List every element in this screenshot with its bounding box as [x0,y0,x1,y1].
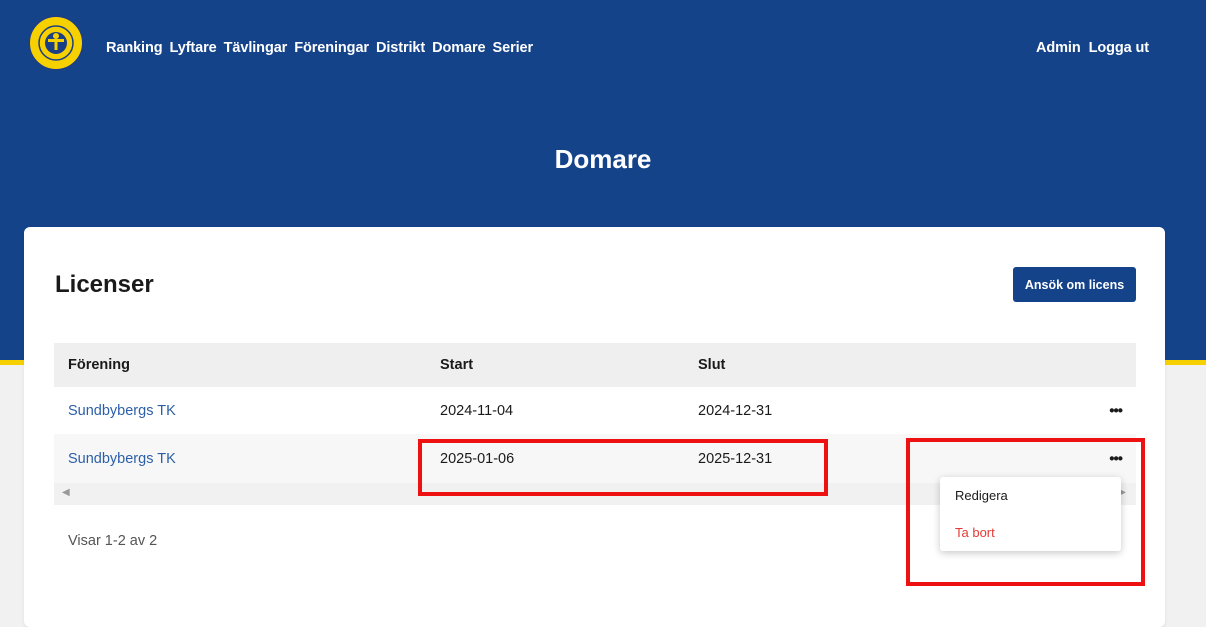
table-header: Förening Start Slut [54,343,1136,387]
apply-license-button[interactable]: Ansök om licens [1013,267,1136,302]
scroll-left-icon[interactable]: ◀ [62,487,70,498]
nav-admin[interactable]: Admin [1036,40,1081,56]
start-date: 2024-11-04 [440,402,514,419]
nav-serier[interactable]: Serier [493,40,534,56]
end-date: 2024-12-31 [698,402,773,419]
club-link[interactable]: Sundbybergs TK [68,451,176,467]
table-row: Sundbybergs TK 2025-01-06 2025-12-31 ••• [54,434,1136,483]
menu-item-delete[interactable]: Ta bort [955,525,995,540]
nav-foreningar[interactable]: Föreningar [294,40,369,56]
nav-distrikt[interactable]: Distrikt [376,40,425,56]
logout-link[interactable]: Logga ut [1089,40,1150,56]
column-header-club: Förening [68,357,131,373]
more-actions-icon[interactable]: ••• [1109,450,1123,467]
licenses-card: Licenser Ansök om licens Förening Start … [24,227,1165,627]
table-row: Sundbybergs TK 2024-11-04 2024-12-31 ••• [54,387,1136,434]
user-nav: Admin Logga ut [1036,40,1149,56]
main-nav: Ranking Lyftare Tävlingar Föreningar Dis… [106,40,533,56]
nav-domare[interactable]: Domare [432,40,486,56]
nav-lyftare[interactable]: Lyftare [170,40,217,56]
more-actions-icon[interactable]: ••• [1109,402,1123,419]
licenses-title: Licenser [55,271,154,298]
end-date: 2025-12-31 [698,450,773,467]
column-header-start: Start [440,357,474,373]
column-header-end: Slut [698,357,726,373]
nav-ranking[interactable]: Ranking [106,40,163,56]
nav-tavlingar[interactable]: Tävlingar [224,40,288,56]
club-link[interactable]: Sundbybergs TK [68,403,176,419]
menu-item-edit[interactable]: Redigera [955,488,1008,503]
page-title: Domare [554,144,652,174]
pagination-summary: Visar 1-2 av 2 [68,533,158,549]
start-date: 2025-01-06 [440,450,515,467]
logo-icon[interactable] [28,15,84,71]
row-actions-menu: Redigera Ta bort [940,477,1121,551]
